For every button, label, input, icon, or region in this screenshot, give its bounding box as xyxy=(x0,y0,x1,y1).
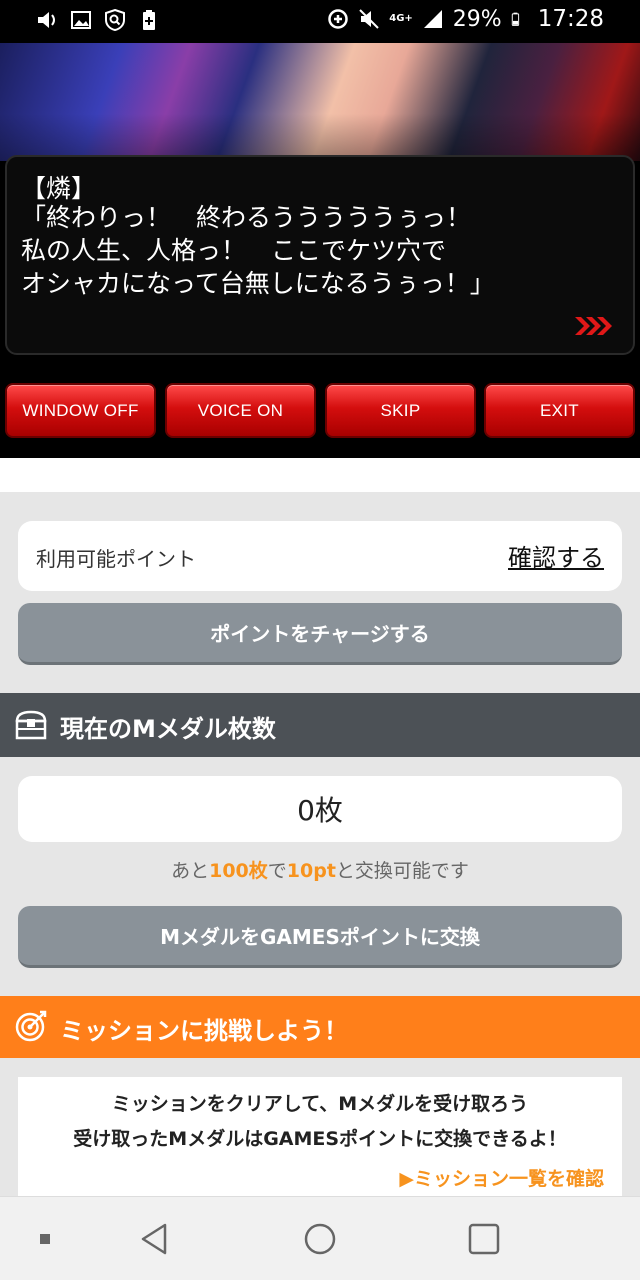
clock: 17:28 xyxy=(537,6,604,32)
note-mid: で xyxy=(267,860,287,882)
image-icon xyxy=(71,11,91,29)
shield-icon xyxy=(105,9,125,31)
game-view[interactable]: 【燐】 「終わりっ！ 終わるうううううぅっ！ 私の人生、人格っ！ ここでケツ穴で… xyxy=(0,43,640,458)
data-saver-icon xyxy=(328,9,348,29)
note-points: 10pt xyxy=(286,860,336,882)
mission-section-title: ミッションに挑戦しよう！ xyxy=(60,1017,348,1045)
speaker-name: 【燐】 xyxy=(21,174,97,203)
divider xyxy=(0,458,640,492)
treasure-chest-icon xyxy=(15,710,47,740)
medal-count-card: 0枚 xyxy=(18,776,622,842)
battery-icon xyxy=(511,12,519,26)
voice-on-button[interactable]: VOICE ON xyxy=(165,383,316,438)
target-icon xyxy=(15,1010,47,1042)
back-icon[interactable] xyxy=(135,1219,175,1259)
mute-icon xyxy=(359,9,379,29)
battery-plus-icon xyxy=(143,10,155,30)
next-arrow-icon[interactable] xyxy=(573,315,613,337)
charge-points-button[interactable]: ポイントをチャージする xyxy=(18,603,622,665)
volume-icon xyxy=(38,12,55,28)
note-prefix: あと xyxy=(171,860,210,882)
window-off-button[interactable]: WINDOW OFF xyxy=(5,383,156,438)
home-icon[interactable] xyxy=(300,1219,340,1259)
mission-card: ミッションをクリアして、Mメダルを受け取ろう 受け取ったMメダルはGAMESポイ… xyxy=(18,1077,622,1200)
message-window[interactable]: 【燐】 「終わりっ！ 終わるうううううぅっ！ 私の人生、人格っ！ ここでケツ穴で… xyxy=(5,155,635,355)
mission-section-header: ミッションに挑戦しよう！ xyxy=(0,996,640,1058)
exit-button[interactable]: EXIT xyxy=(484,383,635,438)
medal-count: 0枚 xyxy=(297,794,343,827)
medal-section-header: 現在のMメダル枚数 xyxy=(0,693,640,757)
mission-list-link[interactable]: ▶ミッション一覧を確認 xyxy=(399,1164,604,1191)
mission-line-1: ミッションをクリアして、Mメダルを受け取ろう xyxy=(111,1093,529,1115)
medal-section-title: 現在のMメダル枚数 xyxy=(60,715,276,743)
points-card: 利用可能ポイント 確認する xyxy=(18,521,622,591)
confirm-points-link[interactable]: 確認する xyxy=(508,538,604,573)
game-controls: WINDOW OFF VOICE ON SKIP EXIT xyxy=(5,383,635,438)
battery-percent: 29% xyxy=(452,6,502,32)
status-bar: 4G+ 29% 17:28 xyxy=(0,0,640,43)
skip-button[interactable]: SKIP xyxy=(325,383,476,438)
signal-icon xyxy=(423,10,442,28)
points-label: 利用可能ポイント xyxy=(36,547,196,571)
game-scene-image xyxy=(0,43,640,161)
exchange-medals-button[interactable]: MメダルをGAMESポイントに交換 xyxy=(18,906,622,968)
network-type: 4G+ xyxy=(389,13,413,24)
dialog-text: 「終わりっ！ 終わるうううううぅっ！ 私の人生、人格っ！ ここでケツ穴で オシャ… xyxy=(21,203,495,298)
mission-line-2: 受け取ったMメダルはGAMESポイントに交換できるよ！ xyxy=(73,1128,567,1150)
recents-icon[interactable] xyxy=(464,1219,504,1259)
note-suffix: と交換可能です xyxy=(335,860,469,882)
exchange-note: あと100枚で10ptと交換可能です xyxy=(0,856,640,883)
navigation-bar xyxy=(0,1196,640,1280)
square-dot-icon[interactable] xyxy=(25,1219,65,1259)
note-medals: 100枚 xyxy=(209,860,268,882)
